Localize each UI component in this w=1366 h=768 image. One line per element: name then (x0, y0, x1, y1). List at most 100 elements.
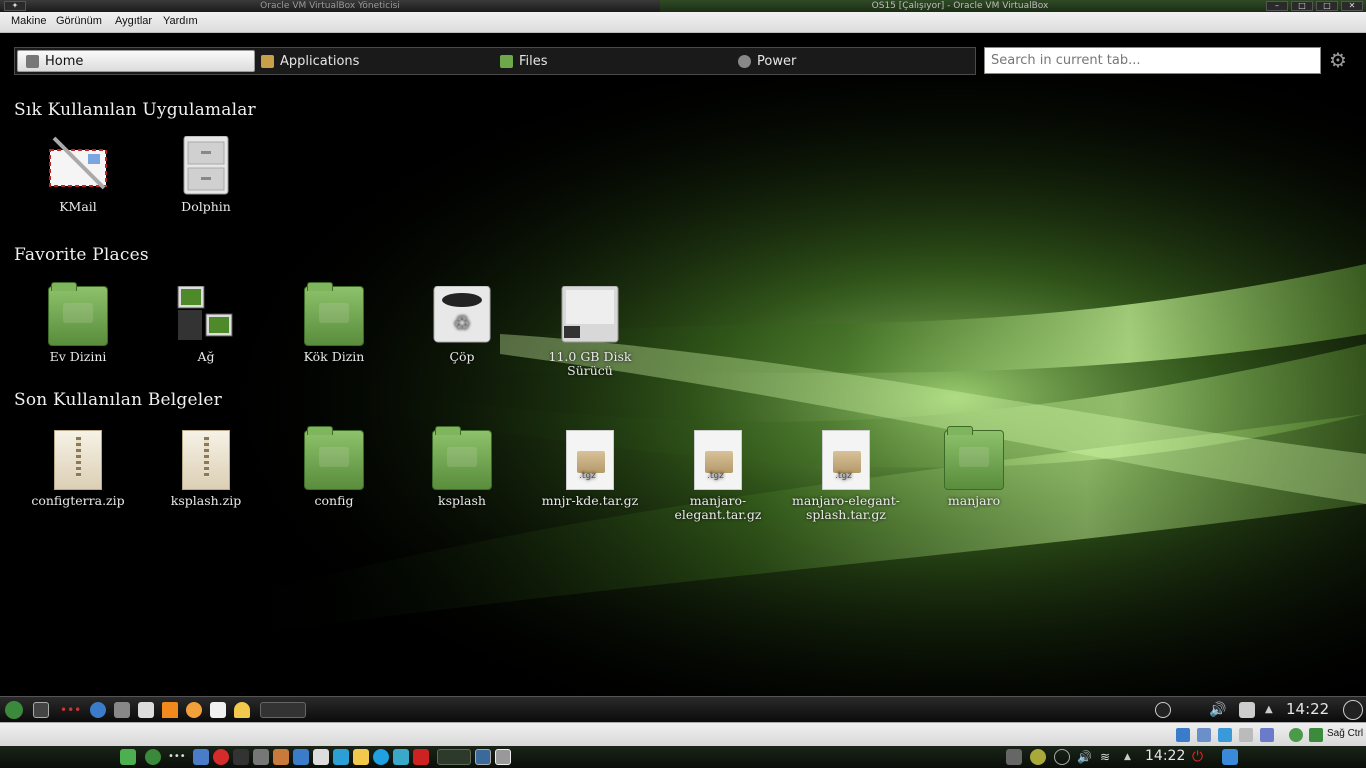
clipboard-icon[interactable] (1239, 702, 1255, 718)
kde-icon[interactable] (1222, 749, 1238, 765)
volume-icon[interactable]: 🔊 (1209, 702, 1226, 718)
grid-app-icon[interactable] (120, 749, 136, 765)
skype-icon[interactable] (373, 749, 389, 765)
virtualbox-manager-title[interactable]: Oracle VM VirtualBox Yöneticisi (0, 0, 660, 12)
dots-icon[interactable]: ••• (60, 702, 81, 718)
place-root[interactable]: Kök Dizin (274, 282, 394, 364)
document-icon[interactable] (210, 702, 226, 718)
app-kmail-label: KMail (59, 199, 97, 214)
monitor-icon[interactable] (393, 749, 409, 765)
gear-icon[interactable]: ⚙ (1327, 48, 1349, 72)
recent-manjaro-elegant-splash[interactable]: .tgz manjaro-elegant-splash.tar.gz (786, 430, 906, 522)
browser-icon[interactable] (90, 702, 106, 718)
place-home[interactable]: Ev Dizini (18, 282, 138, 364)
opera-icon[interactable] (213, 749, 229, 765)
host-clock[interactable]: 14:22 (1145, 748, 1185, 764)
settings-icon[interactable] (114, 702, 130, 718)
place-home-label: Ev Dizini (49, 349, 107, 364)
power-icon[interactable]: ⏻ (1192, 749, 1208, 765)
search-input[interactable]: Search in current tab... (984, 47, 1321, 74)
dolphin-icon (176, 135, 236, 196)
place-network[interactable]: Ağ (146, 285, 266, 364)
optical-drive-icon[interactable] (1197, 728, 1211, 742)
pager-icon[interactable] (260, 702, 306, 718)
folder-icon (304, 282, 364, 346)
place-trash[interactable]: ♻ Çöp (402, 285, 522, 364)
network-adapter-icon[interactable] (1218, 728, 1232, 742)
tray-arrow-icon[interactable]: ▲ (1265, 702, 1281, 718)
tgz-tag: .tgz (579, 471, 596, 481)
menu-machine[interactable]: Makine (11, 15, 46, 27)
pacman-icon[interactable] (353, 749, 369, 765)
restore-button-2[interactable]: □ (1316, 1, 1338, 11)
hard-disk-icon[interactable] (1176, 728, 1190, 742)
place-drive[interactable]: 11.0 GB Disk Sürücü (530, 285, 650, 378)
menu-view[interactable]: Görünüm (56, 15, 102, 27)
pager-icon[interactable] (437, 749, 471, 765)
volume-icon[interactable]: 🔊 (1077, 749, 1093, 765)
guest-clock[interactable]: 14:22 (1286, 700, 1329, 718)
vlc-icon[interactable] (162, 702, 178, 718)
trash-icon: ♻ (432, 285, 492, 346)
tab-applications[interactable]: Applications (261, 50, 491, 72)
pacman-icon[interactable] (234, 702, 250, 718)
virtualbox-window-icon[interactable] (475, 749, 491, 765)
wifi-icon[interactable]: ≋ (1100, 749, 1116, 765)
place-drive-label: 11.0 GB Disk Sürücü (548, 349, 632, 378)
recent-ksplash[interactable]: ksplash (402, 426, 522, 508)
chat-icon[interactable] (333, 749, 349, 765)
settings-icon[interactable] (273, 749, 289, 765)
tray-icon-1[interactable] (1006, 749, 1022, 765)
mouse-integration-icon[interactable] (1309, 728, 1323, 742)
app-kmail[interactable]: KMail (18, 136, 138, 214)
recent-manjaro-elegant[interactable]: .tgz manjaro-elegant.tar.gz (658, 430, 778, 522)
info-icon[interactable] (1155, 702, 1171, 718)
recent-config-label: config (314, 493, 354, 508)
tab-power[interactable]: Power (738, 50, 968, 72)
manjaro-menu-icon[interactable] (5, 701, 23, 719)
terminal-icon[interactable] (233, 749, 249, 765)
capture-icon[interactable] (1289, 728, 1303, 742)
restore-button[interactable]: □ (1291, 1, 1313, 11)
section-title-favorites: Favorite Places (14, 245, 149, 265)
host-window-menu-icon[interactable]: ✦ (4, 1, 26, 11)
manjaro-menu-icon[interactable] (145, 749, 161, 765)
notes-icon[interactable] (138, 702, 154, 718)
tab-home[interactable]: Home (17, 50, 255, 72)
recent-configterra-zip[interactable]: configterra.zip (18, 430, 138, 508)
mail-icon[interactable] (413, 749, 429, 765)
app-icon-blue[interactable] (193, 749, 209, 765)
tray-icon-2[interactable] (1030, 749, 1046, 765)
tab-applications-label: Applications (280, 53, 360, 69)
recent-manjaro[interactable]: manjaro (914, 426, 1034, 508)
close-button[interactable]: ✕ (1341, 1, 1363, 11)
tgz-icon: .tgz (566, 430, 614, 490)
banana-icon[interactable] (186, 702, 202, 718)
recent-mnjr-kde[interactable]: .tgz mnjr-kde.tar.gz (530, 430, 650, 508)
recent-config[interactable]: config (274, 426, 394, 508)
power-icon[interactable] (1343, 700, 1363, 720)
menu-devices[interactable]: Aygıtlar (115, 15, 152, 27)
section-title-recent: Son Kullanılan Belgeler (14, 390, 222, 410)
files-icon[interactable] (293, 749, 309, 765)
tray-arrow-icon[interactable]: ▲ (1124, 749, 1140, 765)
minimize-button[interactable]: – (1266, 1, 1288, 11)
recent-ksplash-zip[interactable]: ksplash.zip (146, 430, 266, 508)
virtualbox-window-icon-2[interactable] (495, 749, 511, 765)
tgz-icon: .tgz (822, 430, 870, 490)
tab-files[interactable]: Files (500, 50, 730, 72)
app-dolphin[interactable]: Dolphin (146, 135, 266, 214)
editor-icon[interactable] (253, 749, 269, 765)
app-icon-white[interactable] (313, 749, 329, 765)
menu-help[interactable]: Yardım (163, 15, 198, 27)
vm-window-title[interactable]: OS15 [Çalışıyor] - Oracle VM VirtualBox (660, 0, 1260, 12)
host-title-bar: Oracle VM VirtualBox Yöneticisi OS15 [Ça… (0, 0, 1366, 12)
dots-icon[interactable]: ••• (168, 749, 186, 765)
shared-folders-icon[interactable] (1260, 728, 1274, 742)
recent-ksplash-label: ksplash (438, 493, 486, 508)
search-icon[interactable] (1054, 749, 1070, 765)
host-key-label: Sağ Ctrl (1327, 728, 1364, 739)
guest-desktop: Home Applications Files Power Search in … (0, 34, 1366, 696)
usb-icon[interactable] (1239, 728, 1253, 742)
terminal-icon[interactable] (33, 702, 49, 718)
